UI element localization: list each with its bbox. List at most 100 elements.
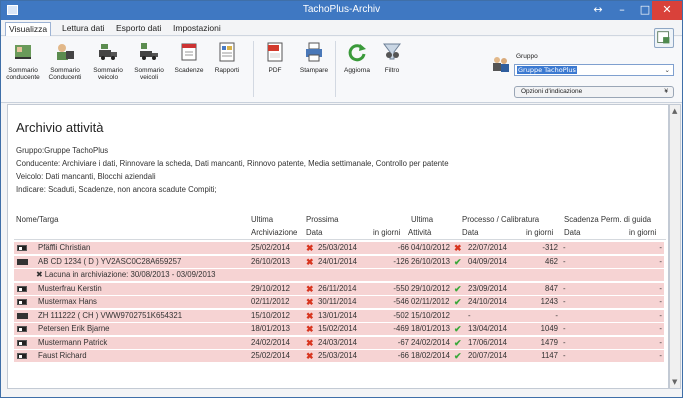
row-last-archive: 18/01/2013 <box>251 324 291 333</box>
row-license-days: - <box>659 324 662 333</box>
row-license-days: - <box>659 297 662 306</box>
row-process-status-icon: ✔ <box>454 256 462 267</box>
drivers-summary-button[interactable]: Sommario Conducenti <box>45 41 85 81</box>
row-last-activity: 29/10/2012 <box>411 283 451 293</box>
info-vehicle: Veicolo: Dati mancanti, Blocchi aziendal… <box>16 172 156 181</box>
col-header-archiviazione[interactable]: Archiviazione <box>251 228 297 237</box>
double-chevron-down-icon: ¥ <box>664 88 668 95</box>
row-name: AB CD 1234 ( D ) YV2ASC0C28A659257 <box>38 256 182 266</box>
close-button[interactable]: ✕ <box>652 1 682 20</box>
row-process-days: 1479 <box>540 337 558 347</box>
row-license-date: - <box>563 324 566 333</box>
refresh-label: Aggiorna <box>343 67 371 74</box>
driver-summary-label: Sommario conducente <box>6 67 40 81</box>
row-name: Petersen Erik Bjarne <box>38 324 110 333</box>
group-label: Gruppo <box>516 53 538 60</box>
print-label: Stampare <box>299 67 329 74</box>
layout-toggle-icon[interactable] <box>654 28 674 48</box>
col-header-attivita[interactable]: Attività <box>408 228 431 237</box>
vehicles-summary-button[interactable]: Sommario veicoli <box>129 41 169 81</box>
deadlines-button[interactable]: Scadenze <box>171 41 207 74</box>
scroll-down-icon[interactable]: ▼ <box>672 378 677 386</box>
col-header-data-prossima[interactable]: Data <box>306 228 322 237</box>
info-group: Gruppo:Gruppe TachoPlus <box>16 146 109 155</box>
refresh-button[interactable]: Aggiorna <box>340 41 374 74</box>
table-row[interactable]: ZH 111222 ( CH ) VWW9702751K654321 15/10/… <box>14 309 664 322</box>
row-next-date: 24/01/2014 <box>318 256 358 266</box>
row-last-archive: 15/10/2012 <box>251 310 291 320</box>
minimize-button[interactable]: – <box>610 1 634 20</box>
row-name: Faust Richard <box>38 351 87 360</box>
row-next-days: -66 <box>397 351 409 360</box>
row-next-days: -546 <box>393 297 409 306</box>
row-license-days: - <box>659 256 662 266</box>
row-process-status-icon: ✔ <box>454 297 462 307</box>
menu-lettura-dati[interactable]: Lettura dati <box>59 22 108 36</box>
row-license-days: - <box>659 351 662 360</box>
filter-button[interactable]: Filtro <box>377 41 407 74</box>
table-row[interactable]: Musterfrau Kerstin 29/10/2012 ✖ 26/11/2014 -… <box>14 282 664 295</box>
table-row[interactable]: AB CD 1234 ( D ) YV2ASC0C28A659257 26/10/… <box>14 255 664 268</box>
print-button[interactable]: Stampare <box>297 41 331 74</box>
row-last-archive: 24/02/2014 <box>251 337 291 347</box>
group-select-value: Gruppe TachoPlus <box>517 66 577 74</box>
col-header-ultima-attivita: Ultima <box>411 215 434 224</box>
col-header-data-scadenza[interactable]: Data <box>564 228 580 237</box>
col-header-data-processo[interactable]: Data <box>462 228 478 237</box>
row-process-date: 13/04/2014 <box>468 324 508 333</box>
row-next-days: -67 <box>397 337 409 347</box>
header-divider <box>14 239 666 240</box>
pdf-button[interactable]: PDF <box>263 41 287 74</box>
row-process-days: 462 <box>544 256 558 266</box>
table-row[interactable]: Mustermann Patrick 24/02/2014 ✖ 24/03/2014 -… <box>14 336 664 349</box>
reports-button[interactable]: Rapporti <box>210 41 244 74</box>
row-process-date: 23/09/2014 <box>468 283 508 293</box>
col-header-ultima: Ultima <box>251 215 274 224</box>
row-name: ZH 111222 ( CH ) VWW9702751K654321 <box>38 310 183 320</box>
row-license-date: - <box>563 297 566 306</box>
col-header-giorni-processo[interactable]: in giorni <box>526 228 553 237</box>
table-row[interactable]: Faust Richard 25/02/2014 ✖ 25/03/2014 -66 18/… <box>14 350 664 362</box>
menu-bar: Visualizza Lettura dati Esporto dati Imp… <box>1 20 682 36</box>
table-row[interactable]: Pfäffli Christian 25/02/2014 ✖ 25/03/2014 -6… <box>14 242 664 254</box>
driver-summary-icon <box>15 45 31 59</box>
group-select[interactable]: Gruppe TachoPlus ⌄ <box>514 64 674 76</box>
table-row[interactable]: Mustermax Hans 02/11/2012 ✖ 30/11/2014 -546 0… <box>14 296 664 308</box>
scroll-up-icon[interactable]: ▲ <box>672 107 677 115</box>
col-header-giorni-scadenza[interactable]: in giorni <box>629 228 656 237</box>
row-process-date: 04/09/2014 <box>468 256 508 266</box>
table-row[interactable]: Petersen Erik Bjarne 18/01/2013 ✖ 15/02/201… <box>14 323 664 335</box>
driver-card-icon <box>17 285 27 292</box>
row-next-status-icon: ✖ <box>306 283 314 294</box>
row-license-days: - <box>659 243 662 252</box>
col-header-giorni-prossima[interactable]: in giorni <box>373 228 400 237</box>
row-process-status-icon: ✔ <box>454 351 462 361</box>
ribbon-separator <box>253 41 254 97</box>
col-header-name[interactable]: Nome/Targa <box>16 215 58 224</box>
row-process-date: 17/06/2014 <box>468 337 508 347</box>
row-next-date: 30/11/2014 <box>318 297 357 306</box>
menu-esporto-dati[interactable]: Esporto dati <box>113 22 164 36</box>
deadlines-icon <box>181 43 197 61</box>
row-name: Mustermann Patrick <box>38 337 108 347</box>
group-users-icon <box>493 57 509 72</box>
row-process-days: -312 <box>542 243 558 252</box>
row-process-date: - <box>468 310 471 320</box>
display-options-button[interactable]: Opzioni d'indicazione ¥ <box>514 86 674 98</box>
row-last-activity: 24/02/2014 <box>411 337 451 347</box>
title-bar[interactable]: TachoPlus-Archiv ↔ – □ ✕ <box>1 1 682 20</box>
vehicle-summary-button[interactable]: Sommario veicolo <box>88 41 128 81</box>
vertical-scrollbar[interactable]: ▲ ▼ <box>669 104 681 389</box>
row-last-activity: 15/10/2012 <box>411 310 451 320</box>
driver-summary-button[interactable]: Sommario conducente <box>3 41 43 81</box>
menu-visualizza[interactable]: Visualizza <box>5 22 52 36</box>
row-license-date: - <box>563 256 566 266</box>
row-next-days: -469 <box>393 324 409 333</box>
table-row[interactable]: ✖ Lacuna in archiviazione: 30/08/2013 - … <box>14 269 664 281</box>
menu-impostazioni[interactable]: Impostazioni <box>170 22 224 36</box>
restore-button[interactable]: ↔ <box>586 1 610 20</box>
deadlines-label: Scadenze <box>174 67 204 74</box>
row-license-date: - <box>563 351 566 360</box>
filter-icon <box>383 43 401 60</box>
row-next-status-icon: ✖ <box>306 243 314 253</box>
